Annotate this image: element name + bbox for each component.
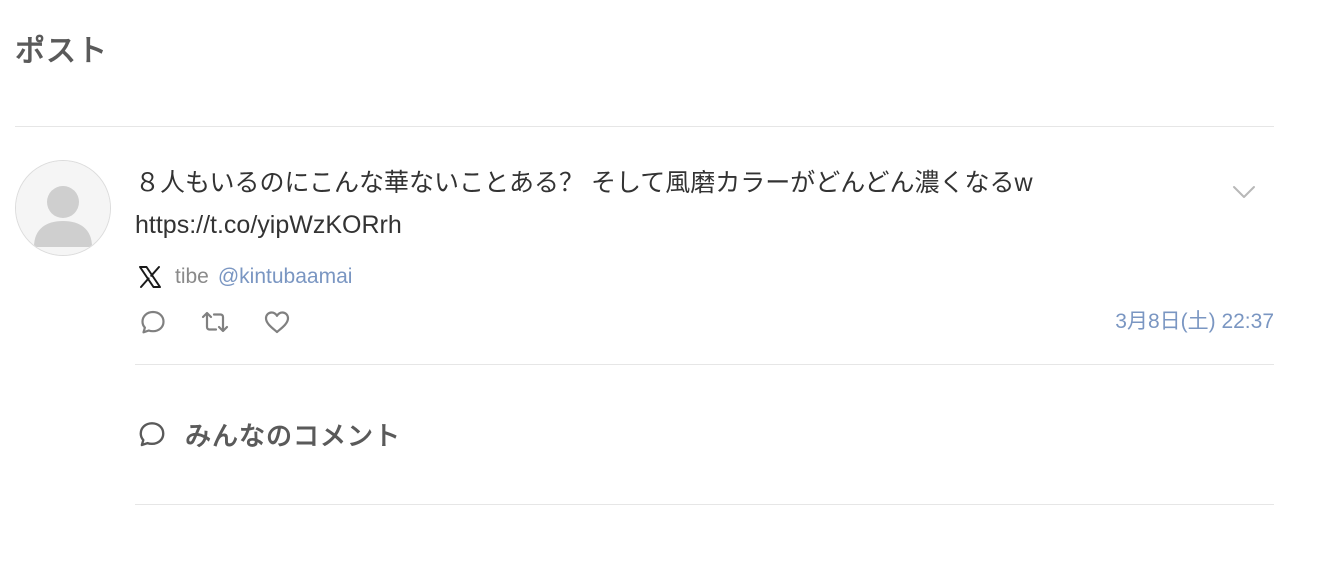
comments-title: みんなのコメント bbox=[185, 420, 402, 451]
reply-button[interactable] bbox=[137, 306, 169, 338]
repost-button[interactable] bbox=[199, 306, 231, 338]
default-user-avatar-icon bbox=[16, 161, 110, 255]
page-title: ポスト bbox=[15, 35, 108, 68]
speech-bubble-icon bbox=[141, 310, 165, 334]
post-actions bbox=[137, 306, 293, 338]
author-handle-link[interactable]: @kintubaamai bbox=[218, 265, 353, 289]
chevron-down-icon bbox=[1233, 186, 1255, 198]
post-divider bbox=[135, 364, 1274, 365]
user-avatar[interactable] bbox=[15, 160, 111, 256]
post-timestamp-link[interactable]: 3月8日(土) 22:37 bbox=[1115, 307, 1274, 337]
comments-divider bbox=[135, 504, 1274, 505]
speech-bubble-icon bbox=[137, 419, 167, 449]
header-divider bbox=[15, 126, 1274, 127]
post-link[interactable]: https://t.co/yipWzKORrh bbox=[135, 204, 1195, 246]
post-menu-button[interactable] bbox=[1230, 180, 1258, 204]
comments-header: みんなのコメント bbox=[137, 416, 401, 452]
post-detail-page: ポスト ８人もいるのにこんな華ないことある？ そして風磨カラーがどんどん濃くなる… bbox=[0, 0, 1343, 561]
x-logo-icon bbox=[137, 264, 163, 290]
author-name: tibe bbox=[175, 265, 209, 288]
post-body: ８人もいるのにこんな華ないことある？ そして風磨カラーがどんどん濃くなるw ht… bbox=[135, 162, 1195, 246]
like-button[interactable] bbox=[261, 306, 293, 338]
heart-icon bbox=[264, 311, 290, 334]
author-row: tibe @kintubaamai bbox=[137, 262, 352, 292]
repost-arrows-icon bbox=[201, 311, 229, 333]
post-text: ８人もいるのにこんな華ないことある？ そして風磨カラーがどんどん濃くなるw bbox=[135, 169, 1033, 197]
